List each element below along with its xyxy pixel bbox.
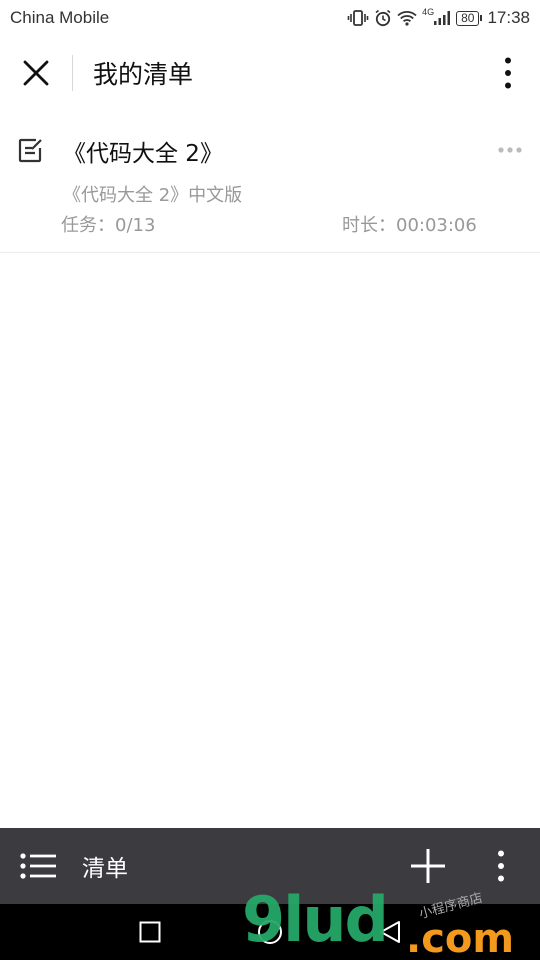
header-more-button[interactable] (476, 36, 540, 110)
vibrate-icon (347, 9, 369, 27)
list-item-title: 《代码大全 2》 (63, 141, 223, 167)
recent-apps-icon (139, 921, 161, 943)
edit-note-icon (16, 136, 44, 169)
network-type-label: 4G (422, 7, 435, 17)
toolbar-more-button[interactable] (476, 828, 526, 904)
plus-icon (411, 849, 445, 883)
clock-time: 17:38 (487, 8, 530, 27)
more-horizontal-icon (498, 147, 522, 153)
list-item-description: 《代码大全 2》中文版 (63, 185, 243, 206)
status-icons: 4G 80 17:38 (347, 7, 530, 28)
header: 我的清单 (0, 36, 540, 110)
more-vertical-icon (498, 850, 504, 882)
battery-level: 80 (456, 10, 480, 26)
navigation-bar (0, 904, 540, 960)
close-button[interactable] (0, 36, 72, 110)
add-button[interactable] (398, 828, 458, 904)
more-vertical-icon (505, 57, 511, 89)
home-button[interactable] (235, 904, 305, 960)
bottom-toolbar: 清单 (0, 828, 540, 904)
list-item-more-button[interactable] (490, 138, 530, 162)
status-bar: China Mobile 4G 80 17:38 (0, 0, 540, 36)
home-icon (258, 920, 282, 944)
header-divider (72, 55, 73, 91)
list-item-tasks: 任务：0/13 (61, 215, 156, 236)
back-icon (380, 921, 400, 943)
list-menu-button[interactable] (0, 828, 76, 904)
wifi-icon (397, 10, 417, 26)
close-icon (23, 60, 49, 86)
recent-apps-button[interactable] (115, 904, 185, 960)
back-button[interactable] (355, 904, 425, 960)
list-item[interactable]: 《代码大全 2》 《代码大全 2》中文版 任务：0/13 时长：00:03:06 (0, 112, 540, 253)
toolbar-label: 清单 (82, 856, 128, 882)
battery-icon: 80 (456, 10, 483, 26)
list-icon (20, 853, 56, 879)
alarm-icon (374, 9, 392, 27)
list-item-duration: 时长：00:03:06 (342, 215, 477, 236)
page-title: 我的清单 (93, 60, 194, 89)
signal-icon (433, 10, 451, 26)
carrier-label: China Mobile (10, 8, 110, 27)
